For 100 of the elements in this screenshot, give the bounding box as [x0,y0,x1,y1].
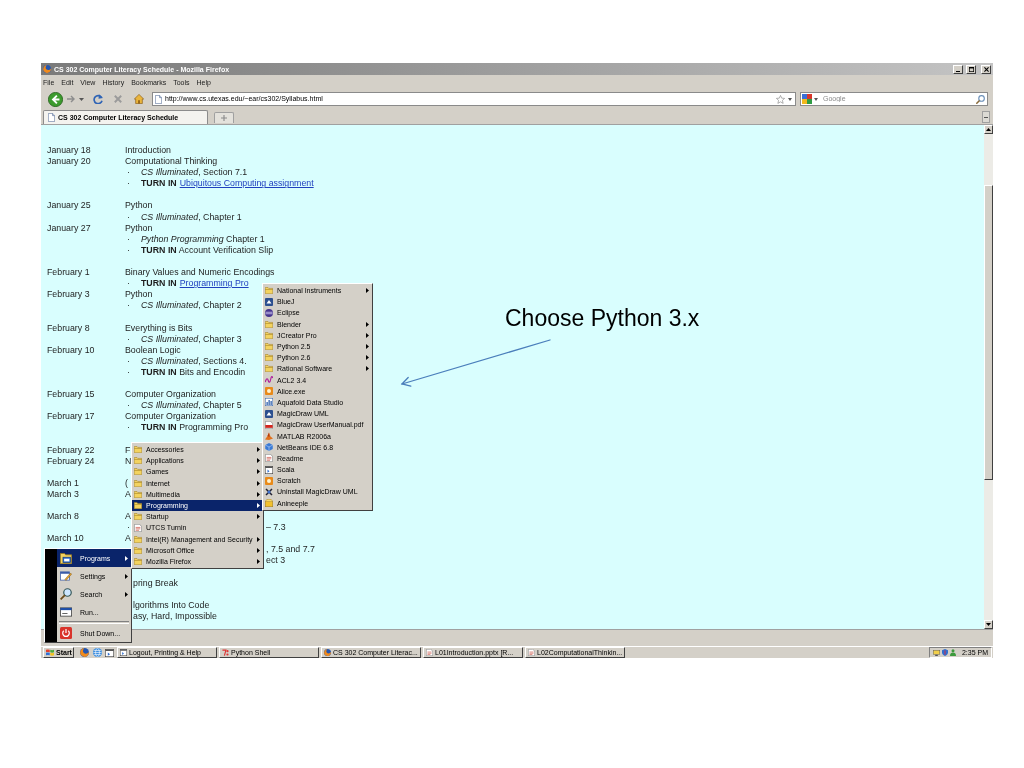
scroll-down-button[interactable] [984,620,993,629]
pdf-document-icon [265,420,273,429]
bullet-mark: · [127,366,130,378]
page-icon [155,94,162,104]
app-icon [222,649,229,656]
close-button[interactable] [981,64,991,74]
caret-icon[interactable] [79,97,84,101]
cube-icon [265,443,273,452]
package-icon [265,499,273,508]
bar-chart-icon [265,398,273,407]
folder-icon [134,446,142,454]
folder-icon [265,365,273,373]
bullet-mark: · [127,300,130,312]
folder-icon [265,331,273,339]
list-tabs-button[interactable] [982,111,990,123]
caret-icon[interactable] [788,97,792,101]
topic-text: Everything is Bits [125,322,193,334]
folder-icon [134,502,142,510]
date-text: January 18 [47,145,91,157]
star-icon[interactable] [776,94,785,104]
settings-icon [60,570,72,582]
document-icon [134,523,142,532]
window-icon [120,649,127,656]
search-icon[interactable] [976,94,985,104]
date-text: February 8 [47,322,90,334]
color-tiles-icon[interactable] [802,94,812,104]
document-icon [265,454,273,463]
date-text: February 22 [47,444,95,456]
down-arrow-icon [986,623,991,626]
page-icon [48,113,55,122]
item-text: CS Illuminated, Chapter 1 [141,211,242,223]
folder-icon [134,457,142,465]
caret-icon[interactable] [814,97,818,101]
maximize-button[interactable] [966,64,976,74]
person-icon[interactable] [949,649,956,656]
close-icon [983,66,989,72]
item-text: CS Illuminated, Sections 4. [141,355,247,367]
cross-icon [265,487,273,496]
scroll-up-button[interactable] [984,125,993,134]
reload-icon[interactable] [93,94,103,104]
date-text: March 1 [47,477,79,489]
topic-text: Python [125,200,153,212]
schedule-text: asy, Hard, Impossible [133,610,217,623]
assignment-link[interactable]: Ubiquitous Computing assignment [179,178,314,189]
folder-icon [265,320,273,328]
item-text: TURN IN Ubiquitous Computing assignment [141,178,314,190]
schedule-text: pring Break [133,577,178,589]
back-icon[interactable] [48,91,63,107]
flag-icon [46,649,54,656]
window-icon[interactable] [105,648,114,657]
item-text: TURN IN Bits and Encodin [141,366,246,378]
topic-text: ( [125,477,128,489]
bullet-mark: · [127,522,130,534]
tile-icon [265,409,273,418]
maximize-icon [968,66,974,72]
globe-icon [324,649,331,656]
minimize-button[interactable] [953,64,963,74]
bullet-mark: · [127,211,130,223]
bullet-mark: · [127,278,130,290]
folder-icon [134,557,142,565]
up-arrow-icon [986,128,991,131]
bullet-mark: · [127,400,130,412]
bullet-mark: · [127,178,130,190]
item-text: TURN IN Programming Pro [141,278,249,290]
item-text: CS Illuminated, Chapter 2 [141,300,242,312]
document-icon [426,649,433,656]
monitor-icon[interactable] [932,649,940,656]
topic-text: Computer Organization [125,411,216,423]
plus-icon [221,115,227,121]
topic-text: Python [125,222,153,234]
bullet-mark: · [127,333,130,345]
folder-icon [265,354,273,362]
date-text: March 8 [47,511,79,523]
folder-icon [134,468,142,476]
sphere-icon [265,308,273,317]
date-text: March 10 [47,533,84,545]
date-text: January 20 [47,156,91,168]
date-text: March 3 [47,488,79,500]
date-text: February 3 [47,289,90,301]
date-text: January 27 [47,222,91,234]
date-text: February 1 [47,267,90,279]
item-text: Python Programming Chapter 1 [141,233,265,245]
window-icon [60,606,72,618]
home-icon[interactable] [134,94,144,104]
tile-icon [265,297,273,306]
bullet-mark: · [127,233,130,245]
window-icon [265,465,273,474]
topic-text: Boolean Logic [125,344,181,356]
topic-text: Introduction [125,145,171,157]
squiggle-icon [265,376,273,385]
schedule-text: – 7.3 [266,522,286,534]
topic-text: A [125,533,131,545]
globe-icon[interactable] [80,648,89,657]
assignment-link[interactable]: Programming Pro [179,278,249,289]
globe-icon[interactable] [93,648,102,657]
folder-icon [265,343,273,351]
topic-text: A [125,511,131,523]
topic-text: Computer Organization [125,389,216,401]
shield-icon[interactable] [941,649,948,656]
scrollbar-thumb[interactable] [984,185,993,480]
